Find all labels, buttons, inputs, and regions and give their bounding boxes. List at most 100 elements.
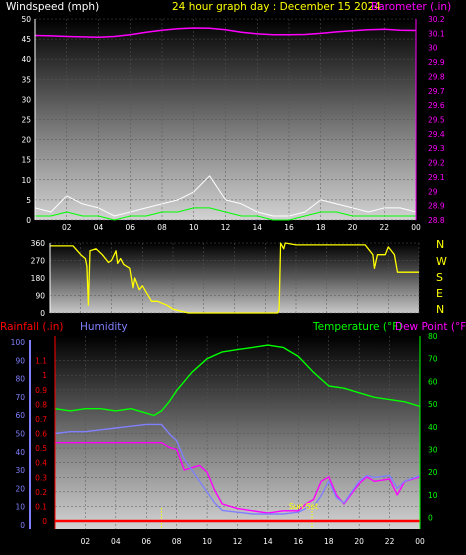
temp-x-tick-label: 10 — [202, 537, 212, 546]
humidity-y-tick-label: 60 — [15, 411, 25, 420]
direction-y-tick-label: 180 — [31, 274, 46, 283]
wind-x-tick-label: 16 — [284, 223, 294, 232]
humidity-y-tick-label: 80 — [15, 375, 25, 384]
baro-y-tick-label: 30.2 — [428, 15, 445, 24]
wind-y-tick-label: 45 — [21, 35, 31, 44]
baro-y-tick-label: 29 — [428, 187, 438, 196]
wind-x-tick-label: 06 — [125, 223, 135, 232]
temp-x-tick-label: 00 — [415, 537, 425, 546]
wind-y-tick-label: 20 — [21, 136, 31, 145]
wind-y-tick-label: 10 — [21, 176, 31, 185]
rain-y-tick-label: 0.8 — [35, 400, 47, 409]
temp-y-tick-label: 0 — [428, 514, 433, 523]
compass-north-bottom: N — [436, 303, 444, 316]
temp-x-tick-label: 02 — [81, 537, 91, 546]
humidity-y-tick-label: 0 — [20, 521, 25, 530]
compass-north-top: N — [436, 238, 444, 251]
rain-y-tick-label: 0.5 — [35, 444, 47, 453]
temp-x-tick-label: 04 — [111, 537, 121, 546]
baro-y-tick-label: 29.8 — [428, 72, 445, 81]
direction-y-tick-label: 0 — [40, 309, 45, 318]
direction-axes: 0 90 180 270 360 — [31, 239, 51, 318]
rain-y-tick-label: 1 — [42, 371, 47, 380]
compass-east: E — [436, 287, 443, 300]
rainfall-axis-label: Rainfall (.in) — [0, 321, 63, 333]
humidity-y-tick-label: 90 — [15, 356, 25, 365]
wind-y-tick-label: 5 — [26, 196, 31, 205]
barometer-axis-label: Barometer (.in) — [371, 1, 451, 13]
temp-x-tick-label: 18 — [324, 537, 334, 546]
humidity-y-tick-label: 70 — [15, 393, 25, 402]
temp-x-tick-label: 06 — [141, 537, 151, 546]
temp-y-tick-label: 60 — [428, 377, 438, 386]
temp-y-tick-label: 10 — [428, 491, 438, 500]
wind-y-tick-label: 40 — [21, 55, 31, 64]
wind-x-tick-label: 22 — [379, 223, 389, 232]
rain-y-tick-label: 0 — [42, 517, 47, 526]
wind-x-tick-label: 18 — [316, 223, 326, 232]
baro-y-tick-label: 29.9 — [428, 58, 445, 67]
baro-y-tick-label: 29.2 — [428, 159, 445, 168]
wind-x-tick-label: 12 — [221, 223, 231, 232]
humidity-axis-label: Humidity — [80, 321, 128, 333]
wind-y-tick-label: 0 — [26, 216, 31, 225]
humidity-y-tick-label: 50 — [15, 430, 25, 439]
rain-y-tick-label: 0.4 — [35, 459, 47, 468]
direction-y-tick-label: 360 — [31, 239, 46, 248]
temp-x-tick-label: 16 — [294, 537, 304, 546]
humidity-y-tick-label: 100 — [11, 338, 26, 347]
humidity-y-tick-label: 10 — [15, 503, 25, 512]
temperature-axis-label: Temperature (°F) — [312, 321, 402, 333]
compass-west: W — [436, 255, 447, 268]
baro-y-tick-label: 28.9 — [428, 202, 445, 211]
rain-y-tick-label: 0.6 — [35, 430, 47, 439]
temp-x-tick-label: 12 — [233, 537, 243, 546]
weather-graph: Windspeed (mph) 24 hour graph day : Dece… — [0, 1, 466, 546]
wind-y-tick-label: 25 — [21, 116, 31, 125]
baro-y-tick-label: 28.8 — [428, 216, 445, 225]
rain-y-tick-label: 0.2 — [35, 488, 47, 497]
temp-x-tick-label: 22 — [385, 537, 395, 546]
wind-x-tick-label: 00 — [411, 223, 421, 232]
compass-south: S — [436, 271, 443, 284]
temp-y-tick-label: 80 — [428, 332, 438, 341]
compass-labels: N W S E N — [436, 238, 447, 316]
direction-y-tick-label: 90 — [35, 292, 45, 301]
humidity-y-tick-label: 20 — [15, 484, 25, 493]
baro-y-tick-label: 29.7 — [428, 87, 445, 96]
baro-y-tick-label: 29.1 — [428, 173, 445, 182]
windspeed-axis-label: Windspeed (mph) — [6, 1, 99, 13]
temp-y-tick-label: 30 — [428, 446, 438, 455]
wind-x-tick-label: 20 — [348, 223, 358, 232]
wind-y-tick-label: 30 — [21, 95, 31, 104]
wind-y-tick-label: 50 — [21, 15, 31, 24]
wind-x-tick-label: 14 — [252, 223, 262, 232]
temp-y-tick-label: 70 — [428, 355, 438, 364]
baro-y-tick-label: 29.6 — [428, 101, 445, 110]
baro-y-tick-label: 30 — [428, 44, 438, 53]
temp-x-tick-label: 08 — [172, 537, 182, 546]
wind-x-tick-label: 02 — [62, 223, 72, 232]
baro-y-tick-label: 29.4 — [428, 130, 445, 139]
rain-y-tick-label: 0.1 — [35, 502, 47, 511]
wind-x-tick-label: 08 — [157, 223, 167, 232]
baro-y-tick-label: 29.3 — [428, 144, 445, 153]
baro-y-tick-label: 29.5 — [428, 116, 445, 125]
temp-x-tick-label: 20 — [354, 537, 364, 546]
temp-y-tick-label: 50 — [428, 400, 438, 409]
humidity-y-tick-label: 40 — [15, 448, 25, 457]
rain-y-tick-label: 0.9 — [35, 386, 47, 395]
graph-title: 24 hour graph day : December 15 2024 — [172, 1, 381, 13]
direction-y-tick-label: 270 — [31, 257, 46, 266]
wind-x-tick-label: 04 — [94, 223, 104, 232]
temp-y-tick-label: 40 — [428, 423, 438, 432]
temp-y-tick-label: 20 — [428, 468, 438, 477]
wind-y-tick-label: 15 — [21, 156, 31, 165]
temp-x-tick-label: 14 — [263, 537, 273, 546]
rain-y-tick-label: 1.1 — [35, 357, 47, 366]
rain-y-tick-label: 0.7 — [35, 415, 47, 424]
rain-y-tick-label: 0.3 — [35, 473, 47, 482]
wind-y-tick-label: 35 — [21, 75, 31, 84]
sunset-label: Sun Set — [289, 502, 318, 511]
baro-y-tick-label: 30.1 — [428, 29, 445, 38]
